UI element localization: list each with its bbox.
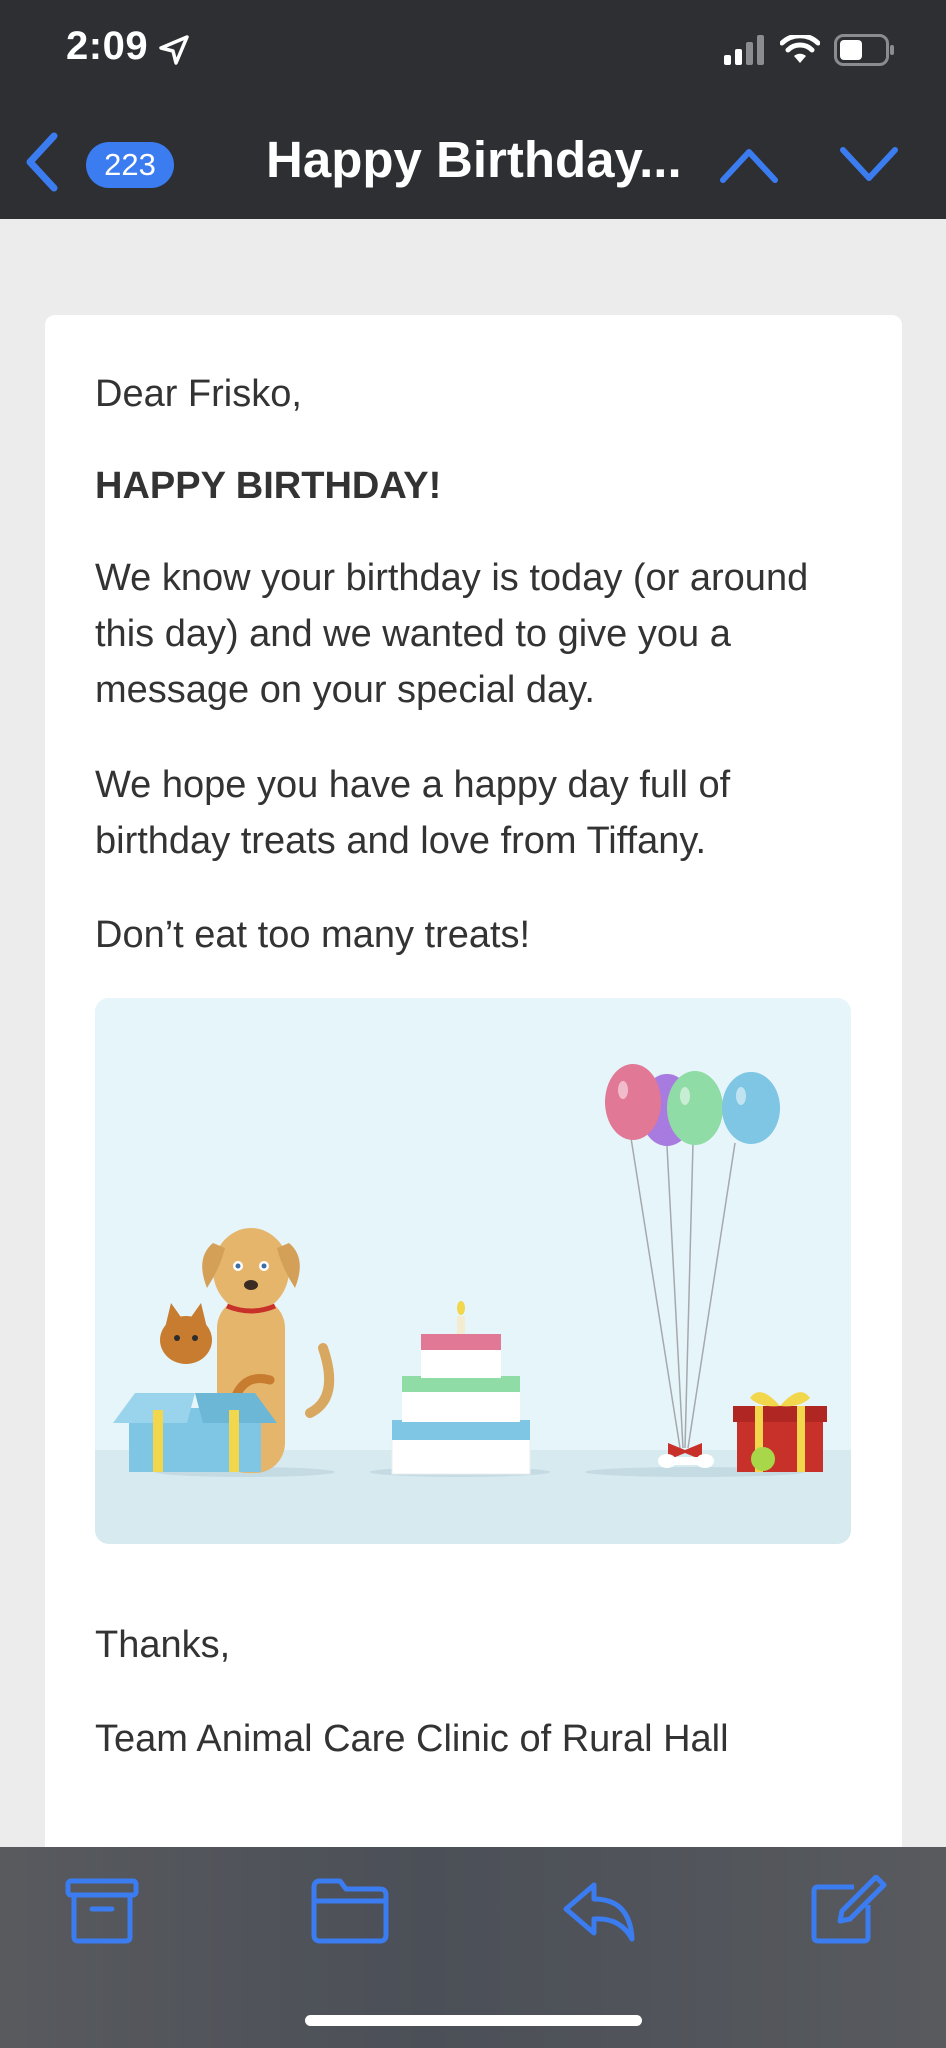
email-signature: Team Animal Care Clinic of Rural Hall [95, 1718, 729, 1760]
reply-icon[interactable] [560, 1875, 640, 1945]
nav-title: Happy Birthday... [266, 131, 682, 188]
folder-icon[interactable] [310, 1875, 390, 1945]
status-icons [724, 30, 896, 70]
unread-count-badge[interactable]: 223 [86, 142, 174, 188]
birthday-scene-image [95, 998, 851, 1544]
email-paragraph: Don’t eat too many treats! [95, 914, 531, 956]
chevron-down-icon[interactable] [838, 142, 900, 186]
compose-icon[interactable] [810, 1875, 890, 1945]
status-time: 2:09 [66, 24, 149, 68]
email-paragraph: We hope you have a happy day full of bir… [95, 764, 731, 862]
location-arrow-icon [159, 35, 189, 65]
home-indicator[interactable] [305, 2015, 642, 2026]
email-headline: HAPPY BIRTHDAY! [95, 465, 442, 507]
chevron-up-icon[interactable] [718, 142, 780, 186]
wifi-icon [780, 35, 820, 63]
email-paragraph: We know your birthday is today (or aroun… [95, 557, 809, 711]
birthday-illustration [95, 998, 851, 1544]
email-closing: Thanks, [95, 1624, 231, 1666]
battery-icon [834, 34, 894, 66]
archive-icon[interactable] [62, 1875, 142, 1945]
email-greeting: Dear Frisko, [95, 373, 302, 415]
back-chevron-icon[interactable] [22, 130, 62, 194]
top-bar: 2:09 223 Happy Birthday... [0, 0, 946, 219]
signal-icon [724, 35, 764, 65]
